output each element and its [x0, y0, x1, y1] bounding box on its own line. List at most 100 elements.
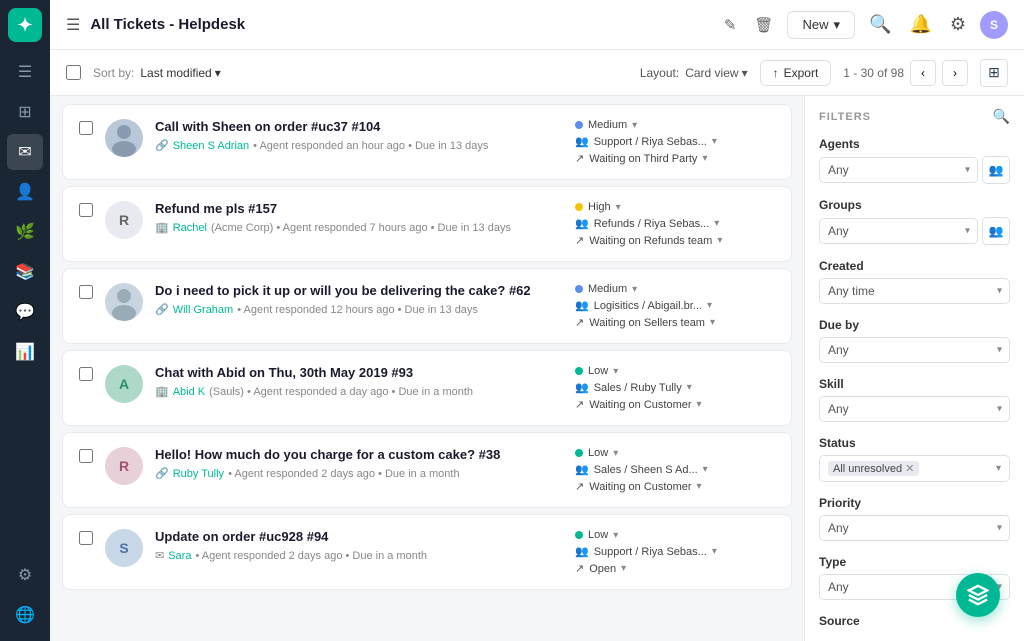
ticket-checkbox[interactable]: [79, 285, 93, 299]
team-icon: 👥: [575, 381, 589, 394]
remove-tag-button[interactable]: ✕: [905, 462, 914, 475]
ticket-title[interactable]: Hello! How much do you charge for a cust…: [155, 447, 563, 462]
chevron-icon: ▾: [613, 366, 618, 377]
priority-badge[interactable]: Low ▾: [575, 447, 618, 459]
ticket-badges: Low ▾ 👥 Sales / Ruby Tully ▾ ↗ Waiting o…: [575, 365, 775, 411]
ticket-title[interactable]: Chat with Abid on Thu, 30th May 2019 #93: [155, 365, 563, 380]
team-badge[interactable]: 👥 Refunds / Riya Sebas... ▾: [575, 217, 719, 230]
dueby-label: Due by: [819, 318, 1010, 332]
priority-badge[interactable]: Medium ▾: [575, 283, 637, 295]
team-badge[interactable]: 👥 Sales / Sheen S Ad... ▾: [575, 463, 708, 476]
nav-tickets-icon[interactable]: ✉: [7, 134, 43, 170]
ticket-checkbox[interactable]: [79, 449, 93, 463]
priority-badge[interactable]: High ▾: [575, 201, 621, 213]
edit-icon[interactable]: ✎: [720, 12, 741, 38]
ticket-card: A Chat with Abid on Thu, 30th May 2019 #…: [62, 350, 792, 426]
nav-menu-icon[interactable]: ☰: [7, 54, 43, 90]
status-badge[interactable]: ↗ Waiting on Sellers team ▾: [575, 316, 715, 329]
ticket-checkbox[interactable]: [79, 367, 93, 381]
priority-badge[interactable]: Low ▾: [575, 365, 618, 377]
app-logo[interactable]: ✦: [8, 8, 42, 42]
toolbar: Sort by: Last modified ▾ Layout: Card vi…: [50, 50, 1024, 96]
nav-knowledge-icon[interactable]: 📚: [7, 254, 43, 290]
skill-select[interactable]: Any: [819, 396, 1010, 422]
topbar: ☰ All Tickets - Helpdesk ✎ 🗑 New ▾ 🔍 🔔 ⚙…: [50, 0, 1024, 50]
select-all-checkbox[interactable]: [66, 65, 81, 80]
nav-settings-icon[interactable]: ⚙: [7, 557, 43, 593]
ticket-title[interactable]: Refund me pls #157: [155, 201, 563, 216]
next-page-button[interactable]: ›: [942, 60, 968, 86]
chevron-icon: ▾: [717, 235, 722, 246]
ticket-checkbox[interactable]: [79, 203, 93, 217]
agents-select[interactable]: Any: [819, 157, 978, 183]
groups-select[interactable]: Any: [819, 218, 978, 244]
search-icon[interactable]: 🔍: [865, 10, 895, 39]
groups-icon-button[interactable]: 👥: [982, 217, 1010, 245]
filters-search-icon[interactable]: 🔍: [993, 108, 1010, 125]
prev-page-button[interactable]: ‹: [910, 60, 936, 86]
agent-icon: 🔗: [155, 139, 169, 152]
priority-dot: [575, 203, 583, 211]
nav-tree-icon[interactable]: 🌿: [7, 214, 43, 250]
status-tag-select[interactable]: All unresolved ✕ ▾: [819, 455, 1010, 482]
ticket-title[interactable]: Do i need to pick it up or will you be d…: [155, 283, 563, 298]
agent-icon: 🏢: [155, 221, 169, 234]
ticket-card: S Update on order #uc928 #94 ✉ Sara • Ag…: [62, 514, 792, 590]
sort-control: Sort by: Last modified ▾: [93, 66, 221, 80]
status-badge[interactable]: ↗ Open ▾: [575, 562, 626, 575]
new-button[interactable]: New ▾: [787, 11, 855, 39]
logo-icon: ✦: [17, 15, 32, 36]
ticket-title[interactable]: Update on order #uc928 #94: [155, 529, 563, 544]
ticket-meta: 🏢 Rachel (Acme Corp) • Agent responded 7…: [155, 221, 563, 234]
created-filter: Created Any time: [819, 259, 1010, 304]
priority-dot: [575, 531, 583, 539]
user-avatar[interactable]: S: [980, 11, 1008, 39]
chevron-icon: ▾: [707, 300, 712, 311]
ticket-card: Call with Sheen on order #uc37 #104 🔗 Sh…: [62, 104, 792, 180]
priority-filter: Priority Any: [819, 496, 1010, 541]
chevron-icon: ▾: [621, 563, 626, 574]
agents-label: Agents: [819, 137, 1010, 151]
priority-badge[interactable]: Medium ▾: [575, 119, 637, 131]
nav-dashboard-icon[interactable]: ⊞: [7, 94, 43, 130]
settings-gear-icon[interactable]: ⚙: [946, 10, 970, 39]
agents-icon-button[interactable]: 👥: [982, 156, 1010, 184]
left-navigation: ✦ ☰ ⊞ ✉ 👤 🌿 📚 💬 📊 ⚙ 🌐: [0, 0, 50, 641]
sort-value-button[interactable]: Last modified ▾: [140, 66, 220, 80]
nav-globe-icon[interactable]: 🌐: [7, 597, 43, 633]
view-toggle-button[interactable]: ⊞: [980, 59, 1008, 87]
nav-contacts-icon[interactable]: 👤: [7, 174, 43, 210]
ticket-card: R Hello! How much do you charge for a cu…: [62, 432, 792, 508]
priority-badge[interactable]: Low ▾: [575, 529, 618, 541]
agent-name: Rachel: [173, 222, 207, 234]
created-select[interactable]: Any time: [819, 278, 1010, 304]
layout-value-button[interactable]: Card view ▾: [685, 66, 747, 80]
status-badge[interactable]: ↗ Waiting on Customer ▾: [575, 480, 702, 493]
team-badge[interactable]: 👥 Support / Riya Sebas... ▾: [575, 545, 717, 558]
nav-reports-icon[interactable]: 📊: [7, 334, 43, 370]
export-button[interactable]: ↑ Export: [760, 60, 832, 86]
team-badge[interactable]: 👥 Support / Riya Sebas... ▾: [575, 135, 717, 148]
notification-icon[interactable]: 🔔: [905, 10, 935, 39]
status-badge[interactable]: ↗ Waiting on Customer ▾: [575, 398, 702, 411]
nav-chat-icon[interactable]: 💬: [7, 294, 43, 330]
ticket-body: Call with Sheen on order #uc37 #104 🔗 Sh…: [155, 119, 563, 152]
team-badge[interactable]: 👥 Sales / Ruby Tully ▾: [575, 381, 692, 394]
agent-name: Sheen S Adrian: [173, 140, 249, 152]
team-badge[interactable]: 👥 Logisitics / Abigail.br... ▾: [575, 299, 712, 312]
chevron-icon: ▾: [687, 382, 692, 393]
delete-icon[interactable]: 🗑: [750, 12, 777, 38]
status-badge[interactable]: ↗ Waiting on Refunds team ▾: [575, 234, 722, 247]
dueby-select[interactable]: Any: [819, 337, 1010, 363]
priority-dot: [575, 367, 583, 375]
priority-select[interactable]: Any: [819, 515, 1010, 541]
topbar-menu-icon[interactable]: ☰: [66, 15, 80, 35]
groups-filter: Groups Any 👥: [819, 198, 1010, 245]
chevron-icon: ▾: [697, 481, 702, 492]
ticket-title[interactable]: Call with Sheen on order #uc37 #104: [155, 119, 563, 134]
floating-action-button[interactable]: [956, 573, 1000, 617]
ticket-checkbox[interactable]: [79, 531, 93, 545]
ticket-checkbox[interactable]: [79, 121, 93, 135]
ticket-badges: Medium ▾ 👥 Logisitics / Abigail.br... ▾ …: [575, 283, 775, 329]
status-badge[interactable]: ↗ Waiting on Third Party ▾: [575, 152, 707, 165]
